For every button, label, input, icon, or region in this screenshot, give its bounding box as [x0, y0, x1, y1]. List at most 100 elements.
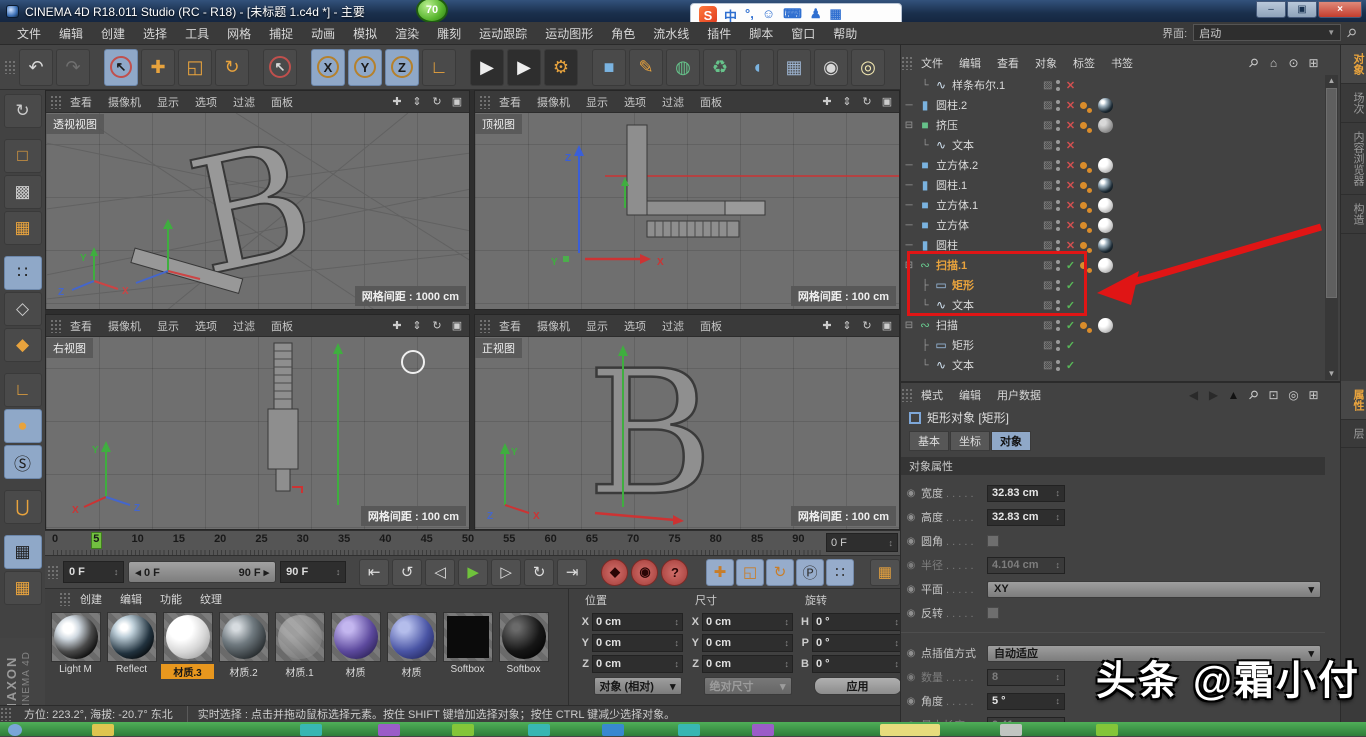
make-editable-button[interactable]: ↻ [4, 94, 42, 128]
expander-icon[interactable]: ⊟ [901, 320, 917, 331]
vp3-menu-0[interactable]: 查看 [62, 318, 100, 334]
tab-坐标[interactable]: 坐标 [950, 431, 990, 451]
scroll-up-icon[interactable]: ▲ [1325, 75, 1338, 87]
zoom-view-icon[interactable]: ⇕ [838, 93, 856, 111]
viewport-front[interactable]: B Y X Z 查看摄像机显示选项过滤面板 ✚⇕↻▣ 正视图 网格间距 : 10… [474, 314, 900, 530]
eye-icon[interactable]: ⊙ [1285, 55, 1302, 72]
object-row-文本[interactable]: └∿文本▨✓ [901, 355, 1325, 375]
visibility-dots-icon[interactable] [1056, 220, 1060, 224]
object-name[interactable]: 立方体.2 [933, 157, 978, 173]
layer-icon[interactable]: ▨ [1043, 160, 1052, 171]
coord-field-位置-X[interactable]: 0 cm↕ [592, 613, 683, 631]
viewport-perspective[interactable]: B Y X Z 查看摄像机显示选项过滤面板 ✚⇕↻▣ 透视视图 网格间距 : 1… [45, 90, 470, 310]
object-row-圆柱.1[interactable]: ─▮圆柱.1▨✕ [901, 175, 1325, 195]
object-row-立方体.1[interactable]: ─■立方体.1▨✕ [901, 195, 1325, 215]
rotate-view-icon[interactable]: ↻ [858, 93, 876, 111]
main-menu-16[interactable]: 脚本 [740, 25, 782, 42]
back-icon[interactable]: ◀ [1185, 387, 1202, 404]
panel-tab-场次[interactable]: 场次 [1341, 84, 1366, 123]
coordinate-system-toggle[interactable]: ∟ [422, 49, 456, 86]
add-environment-button[interactable]: ▦ [777, 49, 811, 86]
forward-icon[interactable]: ▶ [1205, 387, 1222, 404]
attr-checkbox-反转[interactable] [987, 607, 999, 619]
visibility-dots-icon[interactable] [1056, 200, 1060, 204]
restore-button[interactable]: ▣ [1287, 1, 1317, 18]
add-spline-button[interactable]: ✎ [629, 49, 663, 86]
material-thumbnail[interactable] [219, 612, 269, 662]
play-reverse-button[interactable]: ↺ [392, 559, 422, 586]
coord-dropdown-绝对尺寸[interactable]: 绝对尺寸▾ [704, 677, 792, 695]
rotate-view-icon[interactable]: ↻ [858, 317, 876, 335]
enabled-check-icon[interactable]: ✓ [1064, 299, 1076, 312]
layer-icon[interactable]: ▨ [1043, 120, 1052, 131]
om-menu-1[interactable]: 编辑 [951, 55, 989, 71]
object-row-挤压[interactable]: ⊟■挤压▨✕ [901, 115, 1325, 135]
visibility-dots-icon[interactable] [1056, 180, 1060, 184]
visibility-dots-icon[interactable] [1056, 340, 1060, 344]
material-thumbnail[interactable] [51, 612, 101, 662]
stepper-icon[interactable]: ↕ [114, 567, 119, 577]
attr-menu-2[interactable]: 用户数据 [989, 387, 1049, 403]
visibility-dots-icon[interactable] [1056, 100, 1060, 104]
visibility-dots-icon[interactable] [1056, 160, 1060, 164]
start-frame-field[interactable]: 0 F ↕ [63, 561, 124, 583]
lock-z-axis[interactable]: Z [385, 49, 419, 86]
texture-tag-icon[interactable] [1080, 122, 1087, 129]
attr-field-宽度[interactable]: 32.83 cm↕ [987, 485, 1065, 502]
move-tool[interactable]: ✚ [141, 49, 175, 86]
lock-y-axis[interactable]: Y [348, 49, 382, 86]
material-thumbnail[interactable] [443, 612, 493, 662]
taskbar-item-2[interactable] [300, 724, 322, 736]
object-manager-grip[interactable] [901, 56, 913, 70]
visibility-dots-icon[interactable] [1056, 120, 1060, 124]
expander-icon[interactable]: ⊟ [901, 260, 917, 271]
layer-icon[interactable]: ▨ [1043, 200, 1052, 211]
animation-dot-icon[interactable]: ◉ [901, 560, 921, 571]
maximize-view-icon[interactable]: ▣ [878, 93, 896, 111]
material-thumbnail[interactable] [387, 612, 437, 662]
play-loop-button[interactable]: ↻ [524, 559, 554, 586]
visibility-dots-icon[interactable] [1056, 260, 1060, 264]
vp1-menu-2[interactable]: 显示 [149, 94, 187, 110]
main-menu-1[interactable]: 编辑 [50, 25, 92, 42]
zoom-view-icon[interactable]: ⇕ [408, 317, 426, 335]
panel-tab-构造[interactable]: 构造 [1341, 195, 1366, 234]
main-menu-12[interactable]: 运动图形 [536, 25, 602, 42]
object-name[interactable]: 挤压 [933, 117, 958, 133]
om-menu-2[interactable]: 查看 [989, 55, 1027, 71]
main-menu-14[interactable]: 流水线 [644, 25, 698, 42]
stepper-icon[interactable]: ↕ [889, 538, 894, 548]
om-menu-0[interactable]: 文件 [913, 55, 951, 71]
rotate-tool[interactable]: ↻ [215, 49, 249, 86]
enabled-check-icon[interactable]: ✓ [1064, 279, 1076, 292]
stepper-icon[interactable]: ↕ [1056, 512, 1061, 522]
main-menu-2[interactable]: 创建 [92, 25, 134, 42]
vp2-menu-1[interactable]: 摄像机 [529, 94, 578, 110]
material-tag-icon[interactable] [1098, 198, 1113, 213]
object-name[interactable]: 立方体 [933, 217, 969, 233]
workplane-mode-button[interactable]: ▦ [4, 211, 42, 245]
material-Reflect[interactable]: Reflect [105, 612, 158, 679]
stepper-icon[interactable]: ↕ [1056, 488, 1061, 498]
keyframe-selection-button[interactable]: ? [661, 559, 688, 586]
material-thumbnail[interactable] [275, 612, 325, 662]
viewport-right-canvas[interactable]: Y X Z [46, 337, 470, 529]
material-name[interactable]: 材质 [385, 664, 438, 679]
vp4-menu-5[interactable]: 面板 [692, 318, 730, 334]
coord-field-位置-Z[interactable]: 0 cm↕ [592, 655, 683, 673]
search-icon[interactable]: ⚲ [1245, 387, 1262, 404]
attribute-grip[interactable] [901, 388, 913, 402]
enabled-check-icon[interactable]: ✓ [1064, 319, 1076, 332]
taskbar-item-6[interactable] [602, 724, 624, 736]
object-name[interactable]: 矩形 [949, 277, 974, 293]
interface-dropdown[interactable]: 启动 ▼ [1193, 24, 1341, 41]
disabled-x-icon[interactable]: ✕ [1064, 159, 1076, 172]
add-primitive-button[interactable]: ■ [592, 49, 626, 86]
material-thumbnail[interactable] [499, 612, 549, 662]
texture-tag-icon[interactable] [1080, 202, 1087, 209]
focus-icon[interactable]: ◎ [1285, 387, 1302, 404]
workplane-lock-button[interactable]: ▦ [4, 535, 42, 569]
animation-dot-icon[interactable]: ◉ [901, 608, 921, 619]
stepper-icon[interactable]: ↕ [336, 567, 341, 577]
play-button[interactable]: ▶ [458, 559, 488, 586]
